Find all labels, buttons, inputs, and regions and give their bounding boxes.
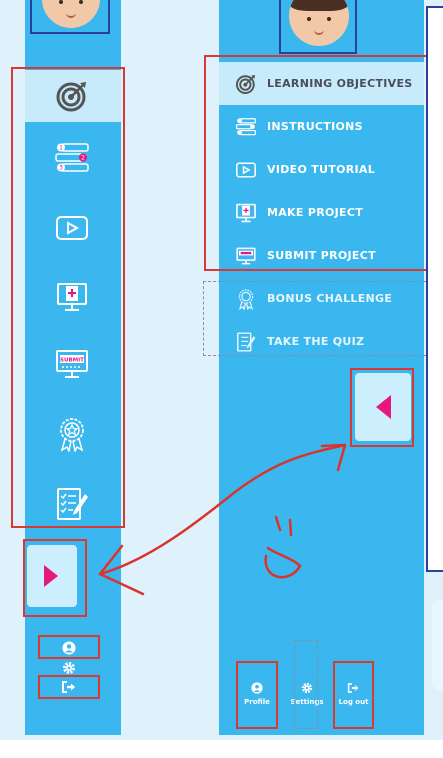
double-headed-arrow-scribble xyxy=(98,443,347,576)
smiley-eye-right-scribble xyxy=(288,518,293,537)
bottom-strip xyxy=(0,740,443,758)
smiley-eye-left-scribble xyxy=(274,515,282,532)
hand-drawn-annotations xyxy=(98,443,347,596)
smiley-mouth-scribble xyxy=(264,546,302,579)
arrowhead-left-scribble xyxy=(98,544,145,596)
